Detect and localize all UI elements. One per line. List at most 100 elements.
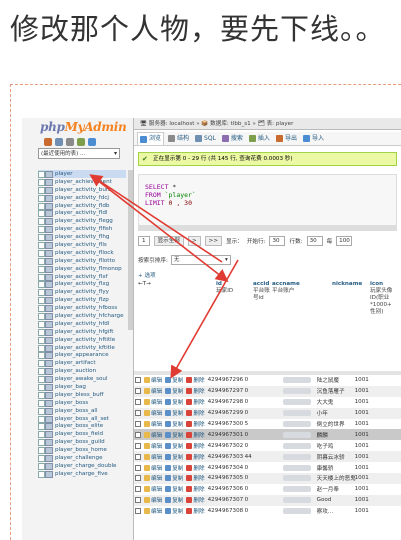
table-name[interactable]: player_activity_fllock [55,250,114,256]
row-edit-link[interactable]: 编辑 [144,464,162,472]
row-edit-link[interactable]: 编辑 [144,420,162,428]
table-icon[interactable] [38,281,53,289]
row-delete-link[interactable]: 删除 [186,464,205,472]
table-icon[interactable] [38,178,53,186]
table-icon[interactable] [38,249,53,257]
col-accname-header[interactable]: accname [272,281,300,288]
table-name[interactable]: player_challenge [55,455,103,461]
table-icon[interactable] [38,218,53,226]
table-icon[interactable] [38,447,53,455]
table-list-item[interactable]: player_activity_fdcj [38,194,126,202]
table-name[interactable]: player_activity_fldb [55,203,109,209]
logout-icon[interactable] [55,138,63,146]
table-list-item[interactable]: player_activity_flhg [38,233,126,242]
table-icon[interactable] [38,320,53,328]
row-checkbox[interactable] [135,399,141,406]
table-icon[interactable] [38,383,53,391]
table-name[interactable]: player_activity_hfdl [55,321,109,327]
row-copy-link[interactable]: 复制 [165,398,183,406]
table-name[interactable]: player_activity_flmonop [55,266,122,272]
row-copy-link[interactable]: 复制 [165,474,183,482]
row-copy-link[interactable]: 复制 [165,464,183,472]
col-id-header[interactable]: id [216,281,222,288]
table-icon[interactable] [38,407,53,415]
row-delete-link[interactable]: 删除 [186,409,205,417]
table-list-item[interactable]: player_achievement [38,178,126,186]
reload-icon[interactable] [88,138,96,146]
table-icon[interactable] [38,297,53,305]
table-list-item[interactable]: player_activity_hfgift [38,328,126,336]
table-name[interactable]: player_boss_guild [55,439,105,445]
row-delete-link[interactable]: 删除 [186,442,205,450]
table-icon[interactable] [38,312,53,320]
row-delete-link[interactable]: 删除 [186,453,205,461]
table-name[interactable]: player_activity_fldl [55,210,107,216]
table-name[interactable]: player_bag [55,384,86,390]
table-list-item[interactable]: player_boss_home [38,446,126,455]
sort-select[interactable]: 无 [170,255,231,265]
table-name[interactable]: player_activity_flegg [55,218,113,224]
table-name[interactable]: player_activity_flzp [55,297,109,303]
table-list-item[interactable]: player_boss [38,399,126,407]
table-list-item[interactable]: player_boss_guild [38,438,126,447]
table-list-item[interactable]: player_activity_fldl [38,209,126,218]
row-checkbox[interactable] [135,421,141,427]
table-name[interactable]: player_activity_hfcharge [55,313,124,319]
row-edit-link[interactable]: 编辑 [144,398,162,406]
col-nickname-header[interactable]: nickname [332,281,362,288]
table-name[interactable]: player_boss_all [55,408,98,414]
table-icon[interactable] [38,399,53,407]
table-list-item[interactable]: player_activity_flzp [38,296,126,305]
row-edit-link[interactable]: 编辑 [144,442,162,450]
row-delete-link[interactable]: 删除 [186,485,205,493]
tab-1[interactable]: 结构 [166,132,191,145]
table-list-item[interactable]: player_bag [38,383,126,391]
table-icon[interactable] [38,336,53,344]
recent-tables-select[interactable]: (最近使用的表) ... [38,148,120,159]
table-icon[interactable] [38,439,53,447]
table-icon[interactable] [38,462,53,470]
table-list-item[interactable]: player_artifact [38,359,126,368]
settings-icon[interactable] [77,138,85,146]
row-copy-link[interactable]: 复制 [165,507,183,515]
table-name[interactable]: player_activity_kftitle [55,345,115,351]
row-copy-link[interactable]: 复制 [165,387,183,395]
table-list-item[interactable]: player_boss_elite [38,423,126,431]
start-row-input[interactable]: 30 [269,236,286,246]
col-icon-header[interactable]: icon [370,281,383,288]
row-edit-link[interactable]: 编辑 [144,431,162,439]
table-icon[interactable] [38,273,53,281]
table-icon[interactable] [38,376,53,384]
home-icon[interactable] [44,138,52,146]
row-edit-link[interactable]: 编辑 [144,485,162,493]
table-list-item[interactable]: player_activity_hftitle [38,336,126,344]
table-icon[interactable] [38,423,53,431]
table-name[interactable]: player_bless_buff [55,392,104,398]
table-name[interactable]: player_appearance [55,352,109,358]
nav-scrollbar[interactable] [128,170,133,330]
table-name[interactable]: player_activity_hftitle [55,337,115,343]
row-copy-link[interactable]: 复制 [165,485,183,493]
table-icon[interactable] [38,265,53,273]
table-icon[interactable] [38,470,53,478]
phpmyadmin-logo[interactable]: phpMyAdmin [40,120,127,134]
row-edit-link[interactable]: 编辑 [144,453,162,461]
table-list-item[interactable]: player_activity_flyy [38,288,126,297]
table-list-item[interactable]: player_activity_flxg [38,280,126,289]
table-icon[interactable] [38,226,53,234]
table-icon[interactable] [38,431,53,439]
row-delete-link[interactable]: 删除 [186,398,205,406]
row-copy-link[interactable]: 复制 [165,496,183,504]
table-name[interactable]: player [55,171,73,177]
table-list-item[interactable]: player_appearance [38,351,126,360]
table-list-item[interactable]: player_awake_soul [38,375,126,384]
row-checkbox[interactable] [135,475,141,482]
table-icon[interactable] [38,241,53,249]
table-icon[interactable] [38,257,53,265]
row-delete-link[interactable]: 删除 [186,387,205,395]
row-delete-link[interactable]: 删除 [186,420,205,428]
table-name[interactable]: player_achievement [55,179,112,185]
row-delete-link[interactable]: 删除 [186,474,205,482]
table-name[interactable]: player_activity_flxg [55,281,109,287]
table-list-item[interactable]: player_boss_all_set [38,415,126,423]
